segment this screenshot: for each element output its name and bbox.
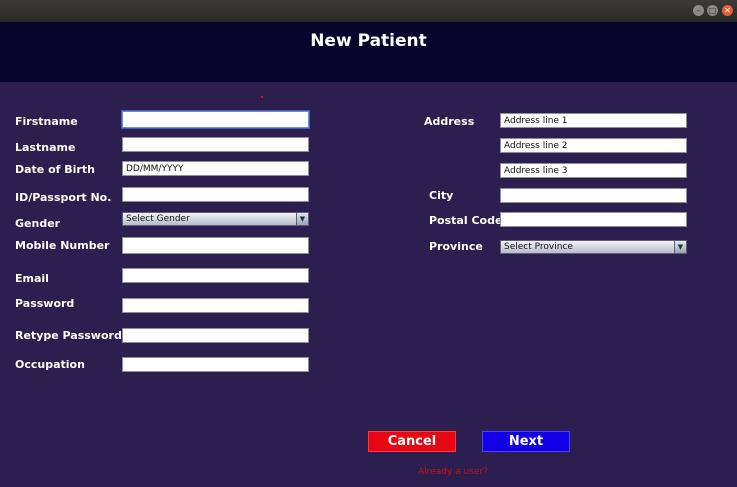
email-input[interactable]	[122, 268, 309, 283]
password-input[interactable]	[122, 298, 309, 313]
already-user-link[interactable]: Already a user?	[418, 467, 488, 477]
firstname-input[interactable]	[122, 111, 309, 128]
dob-label: Date of Birth	[15, 163, 95, 176]
maximize-icon[interactable]: □	[707, 5, 718, 16]
password-label: Password	[15, 297, 75, 310]
minimize-icon[interactable]: –	[693, 5, 704, 16]
province-selected-value: Select Province	[504, 242, 573, 252]
province-select[interactable]: Select Province ▼	[500, 240, 687, 254]
chevron-down-icon[interactable]: ▼	[674, 241, 686, 253]
city-input[interactable]	[500, 188, 687, 203]
mobile-input[interactable]	[122, 237, 309, 254]
id-passport-input[interactable]	[122, 187, 309, 202]
address-line1-input[interactable]	[500, 113, 687, 128]
occupation-label: Occupation	[15, 358, 85, 371]
mobile-label: Mobile Number	[15, 239, 110, 252]
city-label: City	[429, 189, 454, 202]
firstname-label: Firstname	[15, 115, 78, 128]
postal-code-label: Postal Code	[429, 214, 503, 227]
header-banner: New Patient	[0, 22, 737, 82]
province-label: Province	[429, 240, 483, 253]
next-button[interactable]: Next	[482, 431, 570, 452]
occupation-input[interactable]	[122, 357, 309, 372]
decorative-mark	[261, 96, 263, 98]
gender-selected-value: Select Gender	[126, 214, 190, 224]
retype-password-label: Retype Password	[15, 329, 122, 342]
retype-password-input[interactable]	[122, 328, 309, 343]
lastname-label: Lastname	[15, 141, 76, 154]
window-titlebar: – □ ✕	[0, 0, 737, 22]
address-label: Address	[424, 115, 475, 128]
gender-select[interactable]: Select Gender ▼	[122, 212, 309, 226]
chevron-down-icon[interactable]: ▼	[296, 213, 308, 225]
address-line2-input[interactable]	[500, 138, 687, 153]
close-icon[interactable]: ✕	[722, 5, 733, 16]
email-label: Email	[15, 272, 49, 285]
dob-input[interactable]	[122, 161, 309, 176]
page-title: New Patient	[310, 31, 427, 51]
address-line3-input[interactable]	[500, 163, 687, 178]
lastname-input[interactable]	[122, 137, 309, 152]
gender-label: Gender	[15, 217, 61, 230]
id-passport-label: ID/Passport No.	[15, 191, 112, 204]
cancel-button[interactable]: Cancel	[368, 431, 456, 452]
postal-code-input[interactable]	[500, 212, 687, 227]
